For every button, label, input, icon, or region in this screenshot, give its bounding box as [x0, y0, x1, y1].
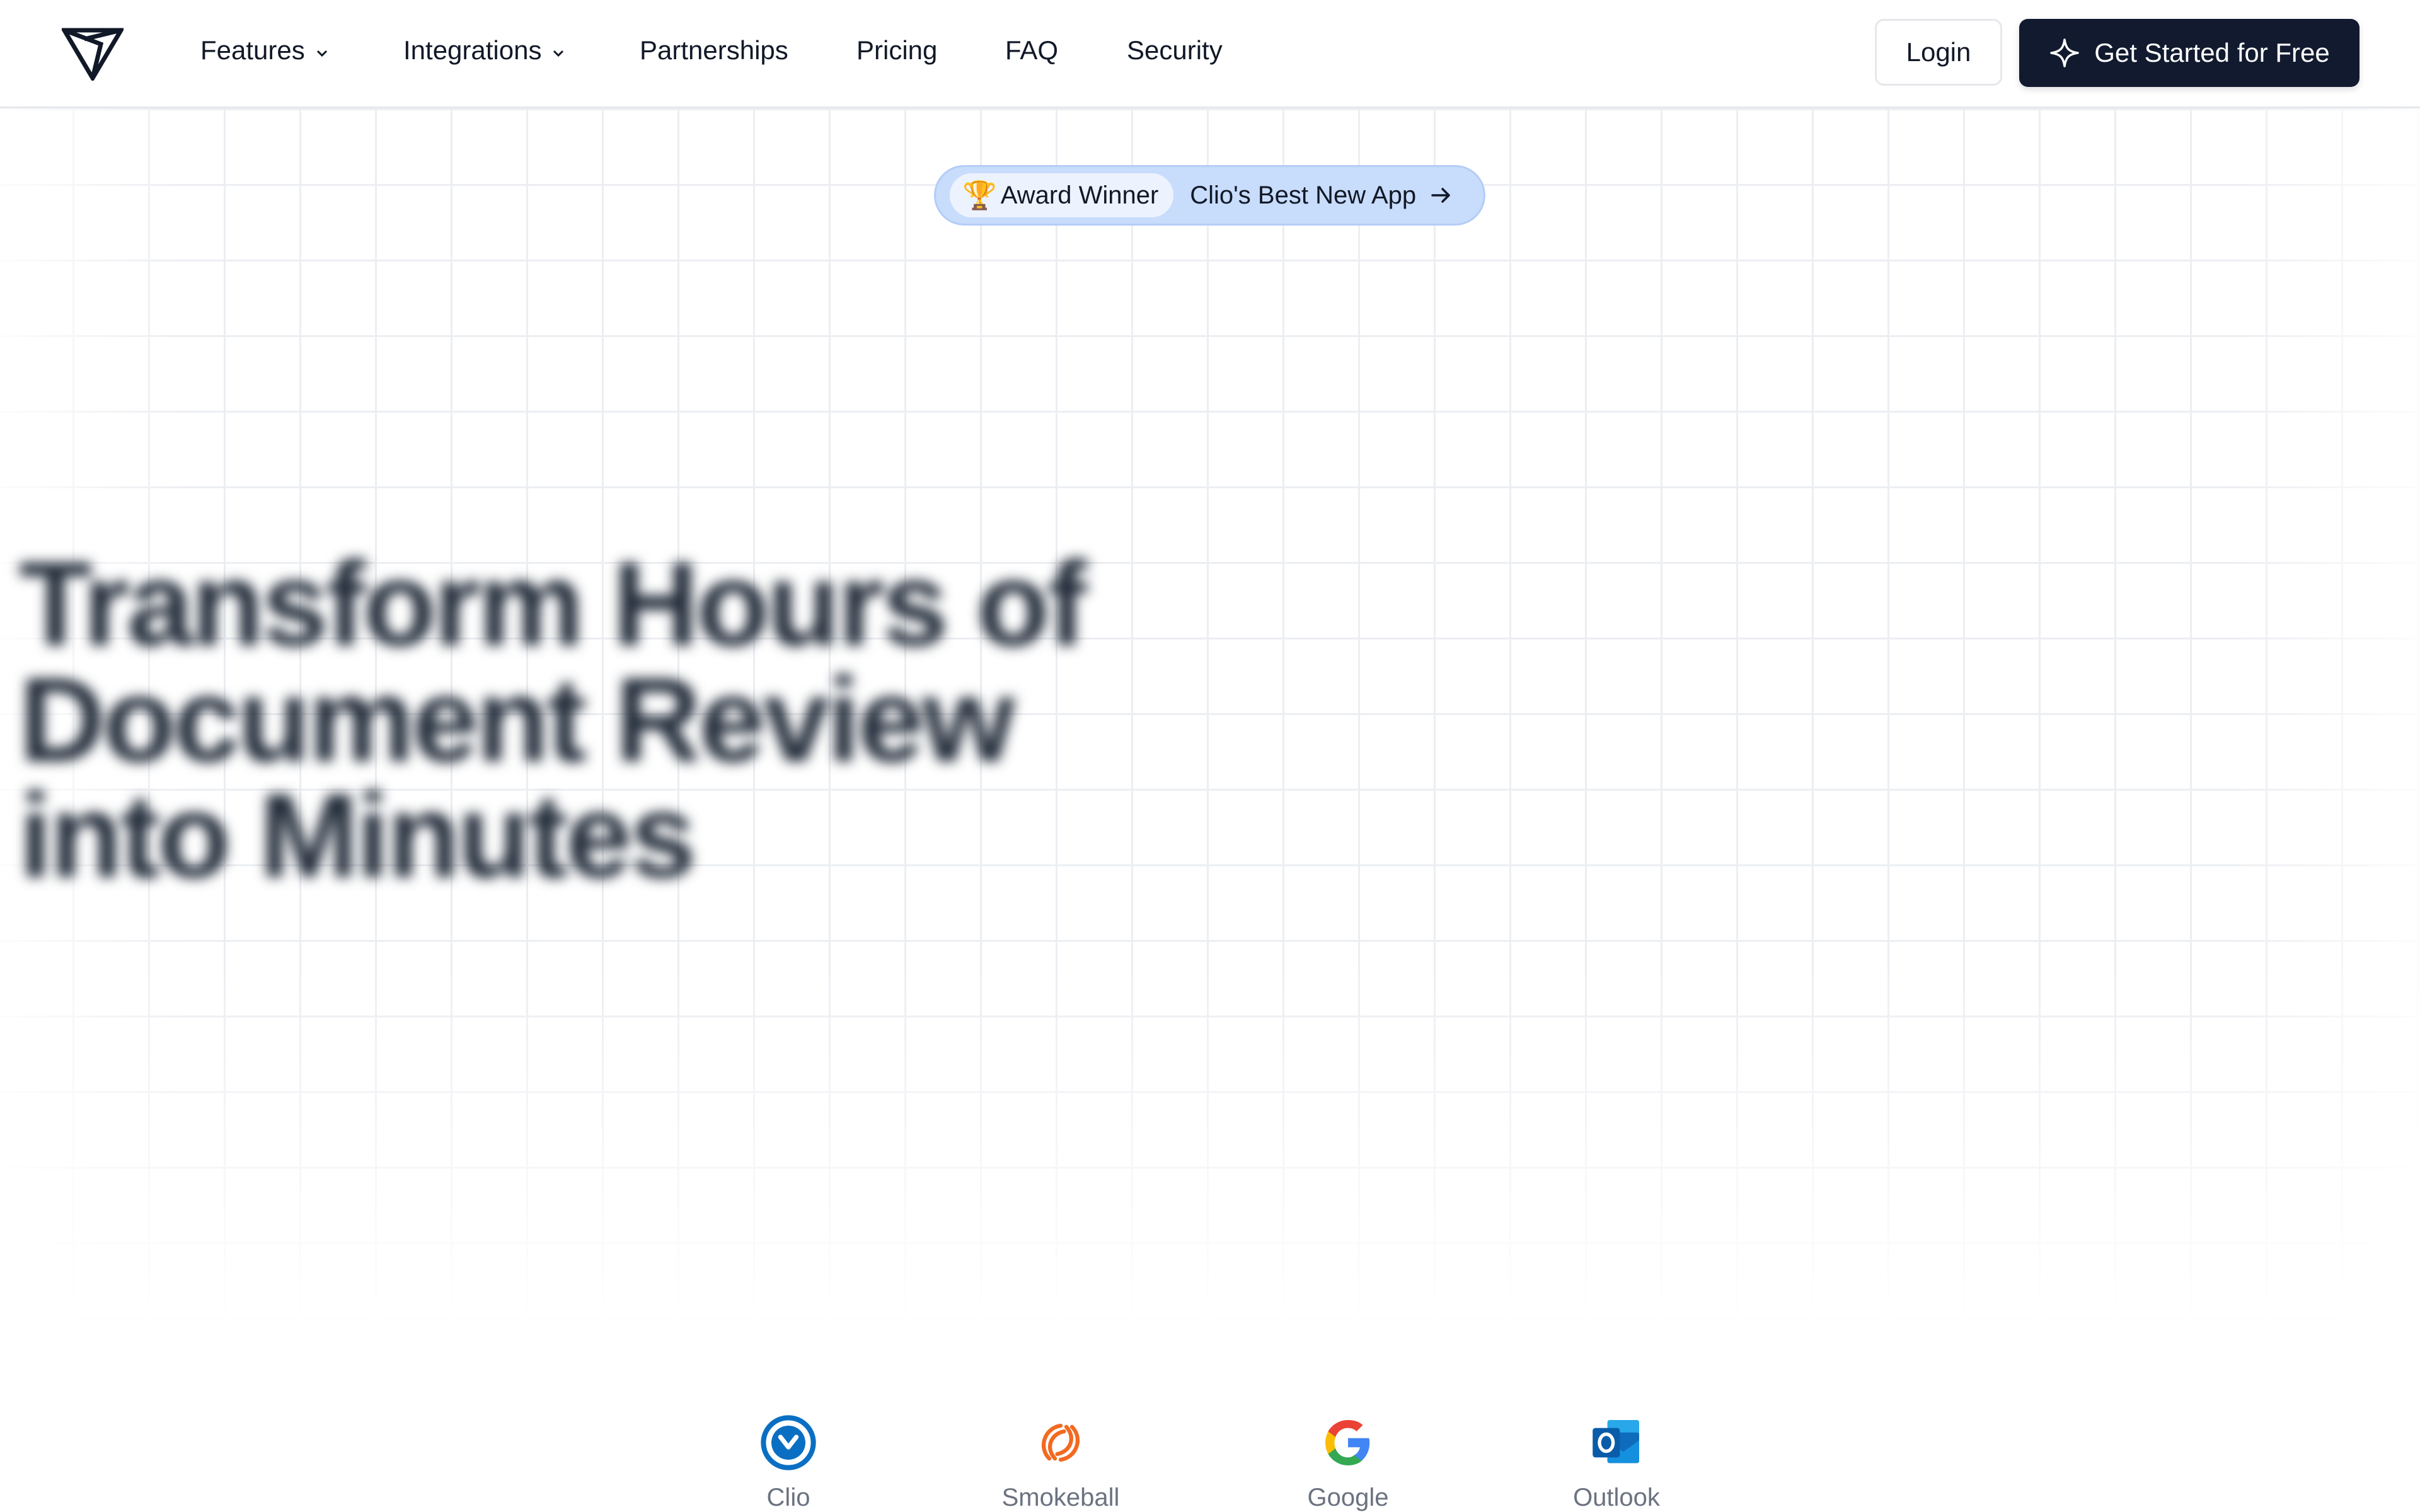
nav-integrations[interactable]: Integrations	[403, 33, 567, 68]
top-navigation: Features Integrations Partnerships Prici…	[0, 0, 2420, 108]
award-badge: 🏆 Award Winner	[950, 173, 1174, 217]
integration-clio-label: Clio	[766, 1484, 810, 1511]
chevron-down-icon	[316, 50, 327, 57]
nav-security[interactable]: Security	[1127, 33, 1223, 68]
google-icon	[1325, 1420, 1370, 1465]
triangle-logo-icon[interactable]	[62, 26, 124, 81]
sparkle-icon	[2050, 38, 2079, 67]
outlook-icon	[1593, 1420, 1639, 1463]
award-banner-link[interactable]: 🏆 Award Winner Clio's Best New App	[934, 165, 1485, 226]
nav-pricing-label: Pricing	[856, 35, 938, 65]
clio-icon	[761, 1415, 816, 1470]
nav-faq[interactable]: FAQ	[1005, 33, 1058, 68]
nav-partnerships[interactable]: Partnerships	[640, 33, 788, 68]
award-badge-label: Award Winner	[1000, 181, 1159, 209]
smokeball-icon	[1042, 1423, 1080, 1462]
nav-security-label: Security	[1127, 35, 1223, 65]
get-started-button[interactable]: Get Started for Free	[2019, 19, 2360, 87]
nav-features[interactable]: Features	[200, 33, 330, 68]
trophy-icon: 🏆	[962, 180, 997, 211]
nav-pricing[interactable]: Pricing	[856, 33, 937, 68]
nav-faq-label: FAQ	[1005, 35, 1059, 65]
integration-outlook[interactable]: Outlook	[1535, 1414, 1698, 1512]
nav-integrations-label: Integrations	[403, 35, 542, 65]
integration-clio[interactable]: Clio	[706, 1414, 870, 1512]
award-text: Clio's Best New App	[1190, 181, 1417, 209]
integration-smokeball[interactable]: Smokeball	[979, 1414, 1143, 1512]
integration-google[interactable]: Google	[1266, 1414, 1430, 1512]
get-started-button-label: Get Started for Free	[2094, 38, 2330, 67]
hero-fade-right	[2231, 108, 2420, 1331]
hero-headline: Transform Hours of Document Review into …	[19, 537, 1087, 903]
arrow-right-icon	[1431, 188, 1450, 203]
login-button[interactable]: Login	[1875, 19, 2002, 86]
integration-outlook-label: Outlook	[1573, 1484, 1660, 1511]
integration-smokeball-label: Smokeball	[1001, 1484, 1120, 1511]
nav-features-label: Features	[200, 35, 305, 65]
integration-google-label: Google	[1307, 1484, 1389, 1511]
login-button-label: Login	[1906, 37, 1971, 67]
chevron-down-icon	[553, 50, 564, 57]
nav-partnerships-label: Partnerships	[640, 35, 788, 65]
